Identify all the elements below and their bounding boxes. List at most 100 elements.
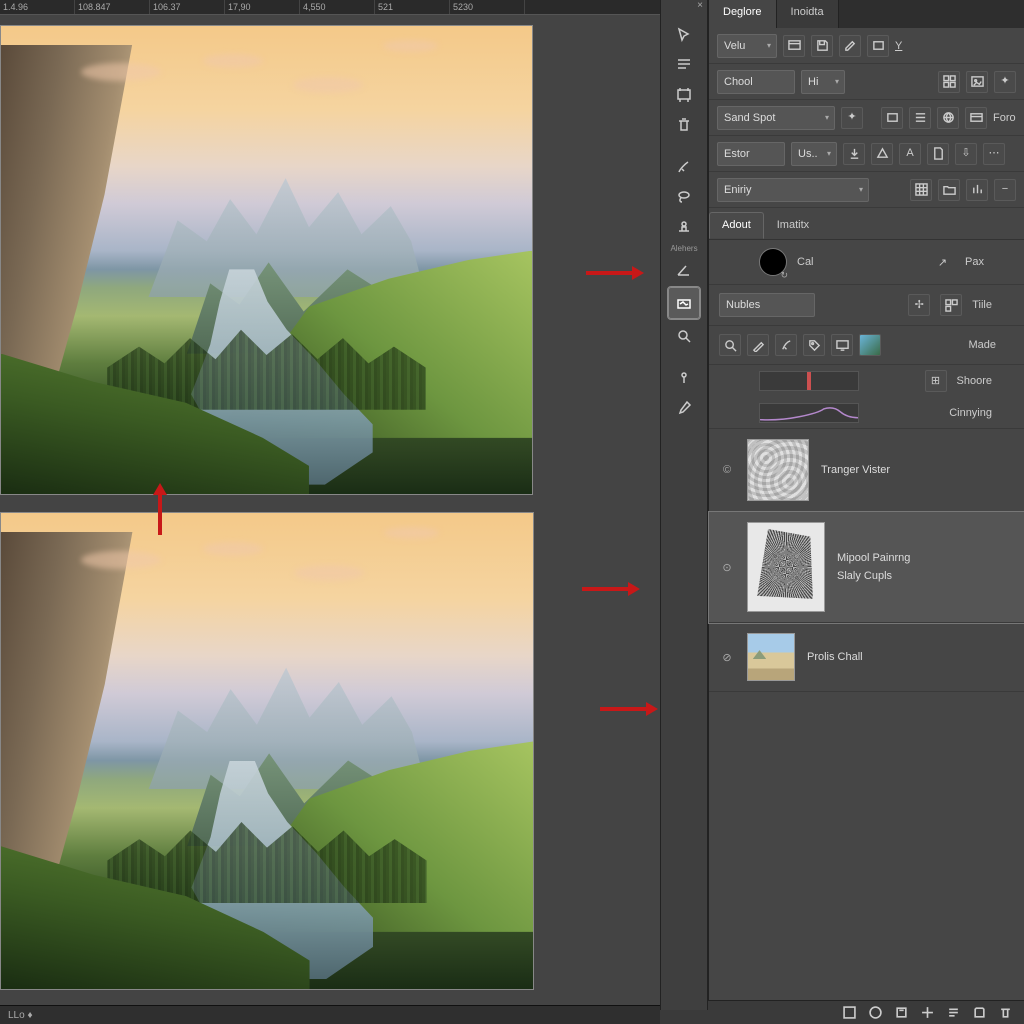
ruler-mark: 5230 bbox=[450, 0, 525, 14]
footer-icon[interactable] bbox=[970, 1004, 988, 1022]
footer-icon[interactable] bbox=[840, 1004, 858, 1022]
toolbar-section-label: Alehers bbox=[661, 244, 707, 253]
folders-icon[interactable] bbox=[938, 179, 960, 201]
layer-row[interactable]: © Tranger Vister bbox=[709, 429, 1024, 512]
lasso-tool[interactable] bbox=[669, 184, 699, 210]
more-icon[interactable]: ⋯ bbox=[983, 143, 1005, 165]
visibility-icon[interactable]: ⊙ bbox=[719, 559, 735, 575]
image-icon[interactable] bbox=[966, 71, 988, 93]
rect-icon[interactable] bbox=[867, 35, 889, 57]
panel-icon[interactable] bbox=[783, 35, 805, 57]
triangle-icon[interactable] bbox=[871, 143, 893, 165]
footer-icon[interactable] bbox=[866, 1004, 884, 1022]
color-swatch[interactable] bbox=[759, 248, 787, 276]
document-image-bottom[interactable] bbox=[0, 512, 534, 990]
dropdown-sandspot[interactable]: Sand Spot▾ bbox=[717, 106, 835, 130]
ruler-mark: 1.4.96 bbox=[0, 0, 75, 14]
label-made: Made bbox=[968, 339, 996, 351]
tool-row: Made bbox=[709, 326, 1024, 365]
color-image-icon[interactable] bbox=[859, 334, 881, 356]
grid3-icon[interactable] bbox=[940, 294, 962, 316]
label-y[interactable]: Y bbox=[895, 40, 902, 52]
layer-name: Prolis Chall bbox=[807, 651, 863, 663]
pen-icon[interactable] bbox=[747, 334, 769, 356]
close-icon[interactable]: × bbox=[693, 0, 707, 14]
footer-icon[interactable] bbox=[944, 1004, 962, 1022]
trash-tool[interactable] bbox=[669, 112, 699, 138]
save-icon[interactable] bbox=[811, 35, 833, 57]
ruler: 1.4.96 108.847 106.37 17,90 4,550 521 52… bbox=[0, 0, 660, 15]
document-icon[interactable] bbox=[927, 143, 949, 165]
zoom-tool[interactable] bbox=[669, 323, 699, 349]
grid-icon[interactable] bbox=[938, 71, 960, 93]
dropdown-us[interactable]: Us..▾ bbox=[791, 142, 837, 166]
statusbar: LLo ♦ bbox=[0, 1005, 660, 1024]
pin-tool[interactable] bbox=[669, 365, 699, 391]
curve-row-2: Cinnying bbox=[709, 397, 1024, 429]
brush2-icon[interactable] bbox=[775, 334, 797, 356]
label-shoore: Shoore bbox=[957, 375, 992, 387]
down-icon[interactable]: ⇩ bbox=[955, 143, 977, 165]
layer-name: Mipool Painrng bbox=[837, 552, 910, 564]
subtab-imatitx[interactable]: Imatitx bbox=[764, 212, 822, 239]
curve-mini-slider[interactable] bbox=[759, 371, 859, 391]
panel-tabs: Deglore Inoidta bbox=[709, 0, 1024, 28]
visibility-icon[interactable]: ⊘ bbox=[719, 649, 735, 665]
swatch-icon[interactable]: ↗ bbox=[938, 256, 947, 269]
wand-icon[interactable]: ✦ bbox=[841, 107, 863, 129]
document-image-top[interactable] bbox=[0, 25, 533, 495]
angle-tool[interactable] bbox=[669, 257, 699, 283]
globe-icon[interactable] bbox=[937, 107, 959, 129]
text-list-tool[interactable] bbox=[669, 52, 699, 78]
dropdown-eniriy[interactable]: Eniriy▾ bbox=[717, 178, 869, 202]
card-icon[interactable] bbox=[965, 107, 987, 129]
canvas[interactable] bbox=[0, 15, 660, 1005]
layers-panel: © Tranger Vister ⊙ Mipool Painrng Slaly … bbox=[709, 429, 1024, 692]
download-icon[interactable] bbox=[843, 143, 865, 165]
footer-icon[interactable] bbox=[918, 1004, 936, 1022]
screen-icon[interactable] bbox=[831, 334, 853, 356]
tab-deglore[interactable]: Deglore bbox=[709, 0, 777, 28]
tab-inoidta[interactable]: Inoidta bbox=[777, 0, 839, 28]
bars-icon[interactable] bbox=[966, 179, 988, 201]
layer-thumbnail[interactable] bbox=[747, 633, 795, 681]
text-icon[interactable]: A bbox=[899, 143, 921, 165]
dropdown-chool[interactable]: Chool bbox=[717, 70, 795, 94]
brush-tool[interactable] bbox=[669, 154, 699, 180]
stamp-tool[interactable] bbox=[669, 214, 699, 240]
artboard-tool[interactable] bbox=[669, 82, 699, 108]
expand-icon[interactable]: ⊞ bbox=[925, 370, 947, 392]
layer-thumbnail[interactable] bbox=[747, 522, 825, 612]
layer-thumbnail[interactable] bbox=[747, 439, 809, 501]
label-foro[interactable]: Foro bbox=[993, 112, 1016, 124]
selection-tool[interactable] bbox=[669, 22, 699, 48]
grid2-icon[interactable] bbox=[910, 179, 932, 201]
search-icon[interactable] bbox=[719, 334, 741, 356]
dropdown-estor[interactable]: Estor bbox=[717, 142, 785, 166]
layer-row[interactable]: ⊘ Prolis Chall bbox=[709, 623, 1024, 692]
eyedropper-tool[interactable] bbox=[669, 395, 699, 421]
footer-icon[interactable] bbox=[996, 1004, 1014, 1022]
ruler-mark: 106.37 bbox=[150, 0, 225, 14]
tag-icon[interactable] bbox=[803, 334, 825, 356]
status-text: LLo ♦ bbox=[8, 1010, 33, 1021]
rect2-icon[interactable] bbox=[881, 107, 903, 129]
properties-panel: Deglore Inoidta Velu▾ Y Chool Hi▾ ✦ Sand… bbox=[708, 0, 1024, 1024]
stack-icon[interactable] bbox=[909, 107, 931, 129]
nubles-row: Nubles ✢ Tiile bbox=[709, 285, 1024, 326]
layer-row[interactable]: ⊙ Mipool Painrng Slaly Cupls bbox=[709, 512, 1024, 623]
curve-graph[interactable] bbox=[759, 403, 859, 423]
footer-icon[interactable] bbox=[892, 1004, 910, 1022]
plus-icon[interactable]: ✢ bbox=[908, 294, 930, 316]
dropdown-hi[interactable]: Hi▾ bbox=[801, 70, 845, 94]
subtab-adout[interactable]: Adout bbox=[709, 212, 764, 239]
swatch-label-pax: Pax bbox=[965, 256, 984, 268]
color-thumb-tool[interactable] bbox=[668, 287, 700, 319]
dropdown-nubles[interactable]: Nubles bbox=[719, 293, 815, 317]
visibility-icon[interactable]: © bbox=[719, 462, 735, 478]
dropdown-velu[interactable]: Velu▾ bbox=[717, 34, 777, 58]
layer-subname: Slaly Cupls bbox=[837, 570, 910, 582]
fx-icon[interactable]: ✦ bbox=[994, 71, 1016, 93]
edit-icon[interactable] bbox=[839, 35, 861, 57]
minus-icon[interactable]: − bbox=[994, 179, 1016, 201]
